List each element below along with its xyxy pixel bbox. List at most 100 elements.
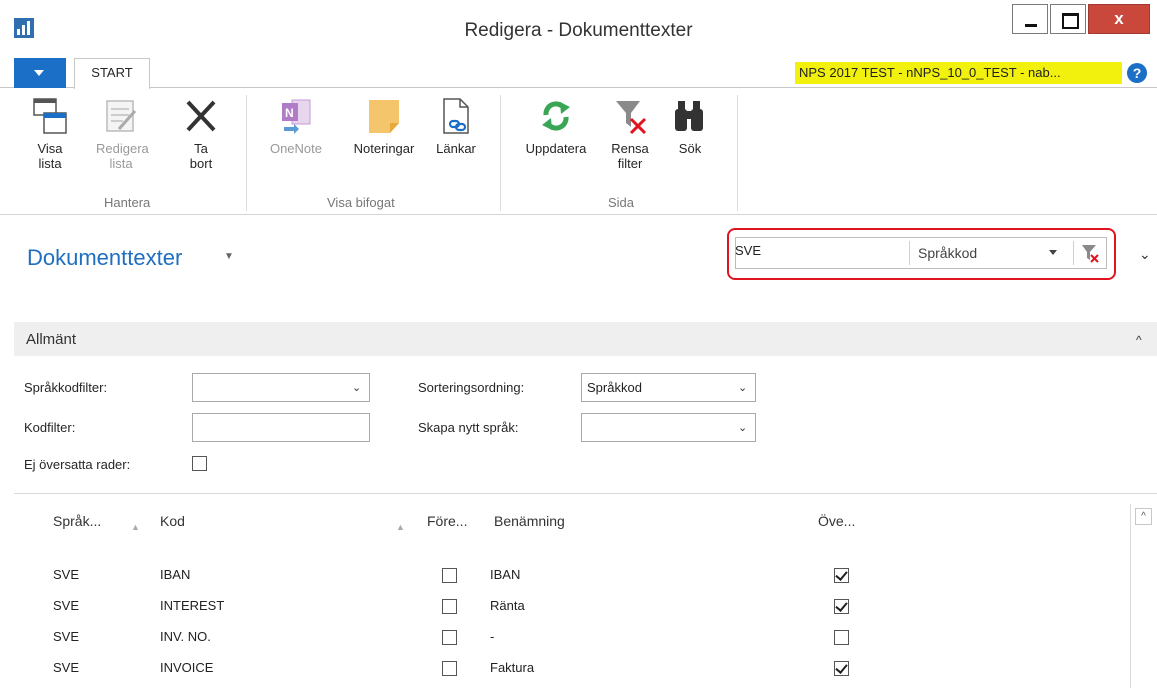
skapa-select[interactable]: [581, 413, 756, 442]
rensa-filter-button[interactable]: Rensa filter: [604, 97, 656, 171]
cell-fore-checkbox[interactable]: [442, 568, 457, 583]
sort-indicator-icon: ▲: [131, 522, 140, 532]
svg-text:N: N: [285, 106, 294, 120]
kodfilter-label: Kodfilter:: [24, 420, 76, 435]
noteringar-button[interactable]: Noteringar: [340, 97, 428, 156]
onenote-label: OneNote: [269, 141, 323, 156]
company-badge: NPS 2017 TEST - nNPS_10_0_TEST - nab...: [795, 62, 1122, 84]
redigera-lista-label-2: lista: [109, 156, 133, 171]
cell-sprak[interactable]: SVE: [53, 660, 79, 675]
noteringar-label: Noteringar: [353, 141, 415, 156]
ta-bort-label-2: bort: [189, 156, 213, 171]
section-header[interactable]: [14, 322, 1157, 356]
filter-field-dropdown-icon[interactable]: [1049, 250, 1057, 255]
skapa-label: Skapa nytt språk:: [418, 420, 519, 435]
refresh-icon: [542, 101, 570, 131]
binoculars-icon: [675, 101, 703, 131]
note-icon: [369, 100, 399, 133]
redigera-lista-button[interactable]: Redigera lista: [96, 97, 149, 171]
vertical-scrollbar[interactable]: [1130, 504, 1157, 688]
cell-ove-checkbox[interactable]: [834, 568, 849, 583]
cell-fore-checkbox[interactable]: [442, 661, 457, 676]
chevron-up-icon[interactable]: ^: [1136, 333, 1142, 347]
cell-kod[interactable]: INV. NO.: [160, 629, 211, 644]
sortering-label: Sorteringsordning:: [418, 380, 525, 395]
group-label-sida: Sida: [608, 195, 635, 210]
app-menu-button[interactable]: [14, 58, 66, 88]
quick-filter-value[interactable]: SVE: [735, 243, 761, 258]
filter-field-select[interactable]: Språkkod: [918, 245, 977, 261]
page-title-dropdown-icon[interactable]: ▼: [224, 251, 234, 262]
cell-kod[interactable]: INTEREST: [160, 598, 224, 613]
column-header-ove[interactable]: Öve...: [818, 513, 855, 529]
cell-benamning[interactable]: IBAN: [490, 567, 520, 582]
title-bar: Redigera - Dokumenttexter x: [0, 0, 1157, 58]
chevron-down-icon[interactable]: ⌄: [738, 421, 747, 434]
cell-benamning[interactable]: Faktura: [490, 660, 534, 675]
maximize-button[interactable]: [1050, 4, 1086, 34]
lankar-button[interactable]: Länkar: [432, 97, 480, 156]
cell-sprak[interactable]: SVE: [53, 567, 79, 582]
sortering-value: Språkkod: [587, 380, 642, 395]
uppdatera-button[interactable]: Uppdatera: [514, 97, 598, 156]
visa-lista-label-2: lista: [38, 156, 62, 171]
cell-benamning[interactable]: -: [490, 629, 494, 644]
cell-kod[interactable]: IBAN: [160, 567, 190, 582]
page-title[interactable]: Dokumenttexter: [27, 245, 182, 271]
visa-lista-button[interactable]: Visa lista: [28, 97, 72, 171]
column-header-sprak[interactable]: Språk...: [53, 513, 101, 529]
cell-kod[interactable]: INVOICE: [160, 660, 213, 675]
column-header-benamning[interactable]: Benämning: [494, 513, 565, 529]
chevron-down-icon[interactable]: ⌄: [352, 381, 361, 394]
edit-list-icon: [106, 100, 137, 132]
delete-icon: [186, 100, 216, 132]
tab-start[interactable]: START: [74, 58, 150, 89]
section-title: Allmänt: [26, 331, 77, 348]
ribbon-separator: [737, 95, 738, 211]
cell-sprak[interactable]: SVE: [53, 629, 79, 644]
cell-benamning[interactable]: Ränta: [490, 598, 525, 613]
window-title: Redigera - Dokumenttexter: [464, 20, 693, 41]
chevron-down-icon[interactable]: ⌄: [1139, 246, 1151, 263]
cell-ove-checkbox[interactable]: [834, 630, 849, 645]
scroll-up-icon[interactable]: ^: [1135, 508, 1152, 525]
cell-ove-checkbox[interactable]: [834, 661, 849, 676]
ej-oversatta-checkbox[interactable]: [192, 456, 207, 471]
column-header-kod[interactable]: Kod: [160, 513, 185, 529]
divider: [14, 493, 1157, 494]
sprakkodfilter-label: Språkkodfilter:: [24, 380, 108, 395]
sprakkodfilter-select[interactable]: [192, 373, 370, 402]
minimize-button[interactable]: [1012, 4, 1048, 34]
ta-bort-button[interactable]: Ta bort: [180, 97, 222, 171]
close-icon: x: [1114, 9, 1124, 28]
clear-filter-icon[interactable]: [1080, 243, 1100, 263]
sok-button[interactable]: Sök: [668, 97, 712, 156]
visa-lista-label-1: Visa: [37, 141, 63, 156]
chevron-down-icon[interactable]: ⌄: [738, 381, 747, 394]
view-list-icon: [33, 98, 67, 134]
group-label-visa-bifogat: Visa bifogat: [327, 195, 395, 210]
onenote-icon: N: [282, 99, 311, 134]
close-button[interactable]: x: [1088, 4, 1150, 34]
cell-fore-checkbox[interactable]: [442, 630, 457, 645]
help-icon[interactable]: ?: [1127, 63, 1147, 83]
group-label-hantera: Hantera: [104, 195, 151, 210]
ribbon: Visa lista Redigera lista Ta bort Hanter…: [0, 89, 1157, 215]
ej-oversatta-label: Ej översatta rader:: [24, 457, 131, 472]
onenote-button[interactable]: N OneNote: [258, 97, 334, 156]
sort-indicator-icon: ▲: [396, 522, 405, 532]
link-icon: [443, 98, 469, 134]
kodfilter-input[interactable]: [192, 413, 370, 442]
redigera-lista-label-1: Redigera: [96, 141, 149, 156]
cell-fore-checkbox[interactable]: [442, 599, 457, 614]
cell-ove-checkbox[interactable]: [834, 599, 849, 614]
uppdatera-label: Uppdatera: [525, 141, 587, 156]
ta-bort-label-1: Ta: [194, 141, 208, 156]
rensa-filter-label-2: filter: [617, 156, 643, 171]
cell-sprak[interactable]: SVE: [53, 598, 79, 613]
filter-separator: [909, 241, 910, 265]
column-header-fore[interactable]: Före...: [427, 513, 467, 529]
rensa-filter-label-1: Rensa: [611, 141, 649, 156]
filter-separator: [1073, 241, 1074, 265]
ribbon-separator: [500, 95, 501, 211]
